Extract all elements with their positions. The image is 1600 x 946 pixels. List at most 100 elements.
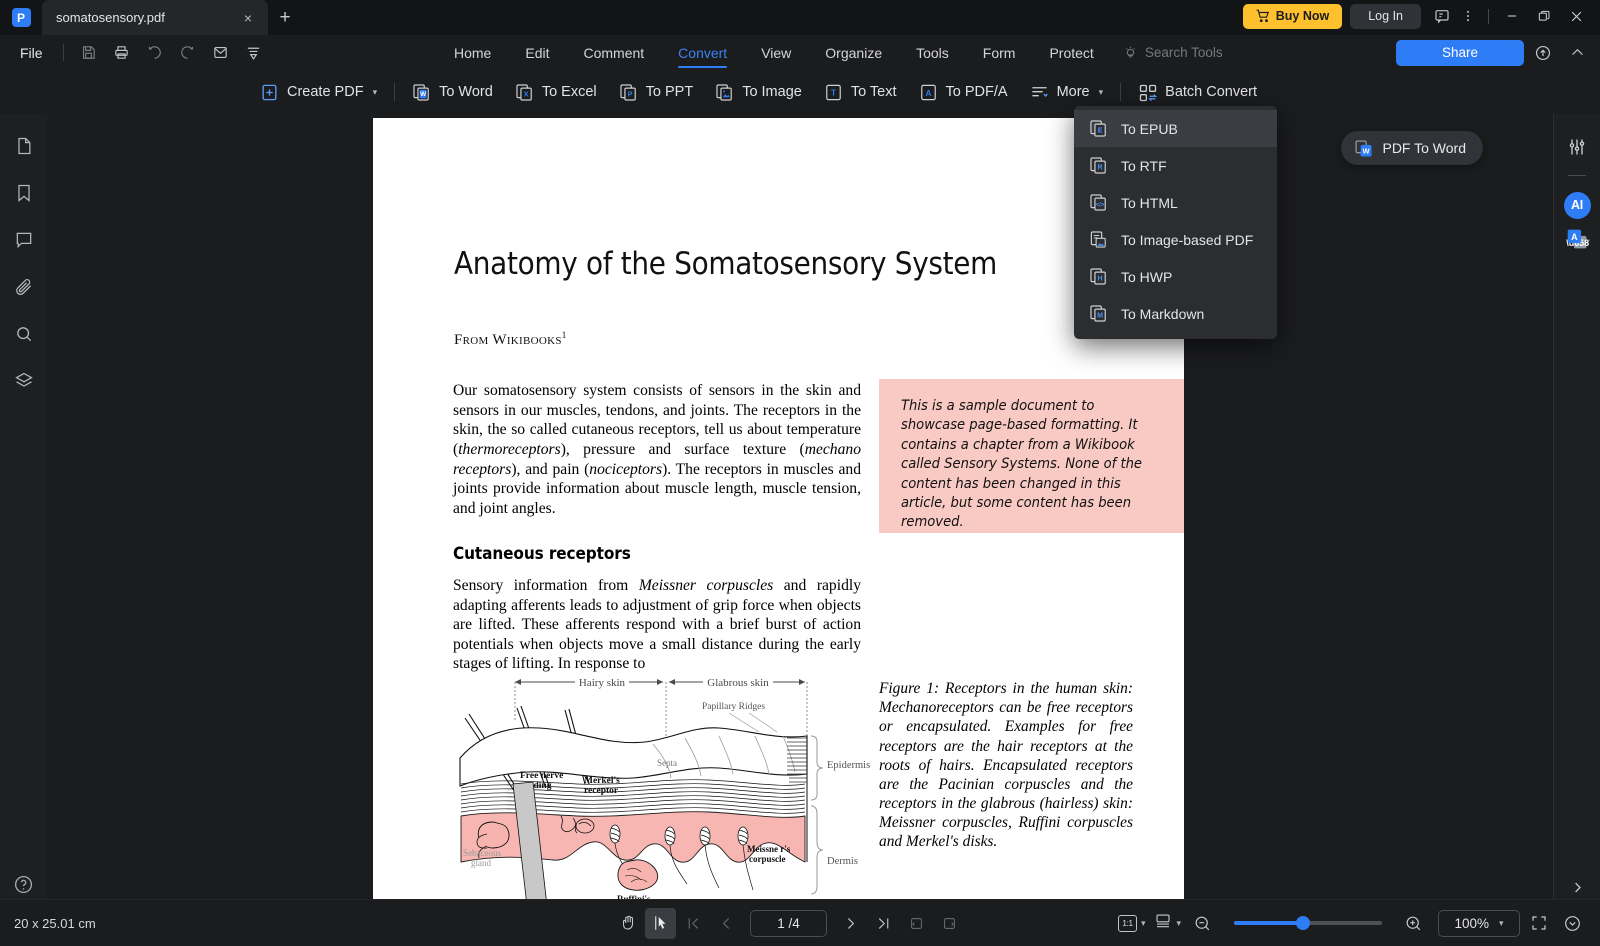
comment-icon[interactable] xyxy=(6,222,42,258)
menu-convert[interactable]: Convert xyxy=(661,35,744,70)
svg-text:P: P xyxy=(627,90,632,98)
new-tab-button[interactable]: + xyxy=(268,0,302,35)
to-ppt-button[interactable]: P To PPT xyxy=(608,76,705,108)
create-pdf-button[interactable]: Create PDF ▾ xyxy=(249,76,388,108)
to-text-button[interactable]: T To Text xyxy=(813,76,908,108)
document-tab[interactable]: somatosensory.pdf × xyxy=(42,0,268,35)
rotate-right-icon[interactable] xyxy=(934,908,965,939)
tab-title: somatosensory.pdf xyxy=(56,10,165,25)
menu-item-to-image-based-pdf[interactable]: To Image-based PDF xyxy=(1074,221,1277,258)
more-convert-button[interactable]: More ▾ xyxy=(1019,76,1115,108)
translate-icon[interactable]: \u6587 A xyxy=(1560,222,1594,256)
zoom-out-icon[interactable] xyxy=(1187,908,1218,939)
chevron-down-icon: ▾ xyxy=(1098,86,1104,97)
to-image-button[interactable]: To Image xyxy=(704,76,813,108)
bookmark-icon[interactable] xyxy=(6,175,42,211)
save-icon[interactable] xyxy=(72,38,105,68)
minimize-button[interactable] xyxy=(1496,3,1528,29)
to-word-button[interactable]: W To Word xyxy=(401,76,504,108)
batch-convert-button[interactable]: Batch Convert xyxy=(1127,76,1268,108)
ai-assistant-icon[interactable]: AI xyxy=(1560,188,1594,222)
close-window-button[interactable] xyxy=(1560,3,1592,29)
menu-view[interactable]: View xyxy=(744,35,808,70)
file-menu-button[interactable]: File xyxy=(0,45,61,61)
zoom-slider[interactable] xyxy=(1234,916,1382,930)
buy-now-button[interactable]: Buy Now xyxy=(1242,3,1343,29)
more-vertical-icon[interactable] xyxy=(1455,3,1481,29)
chevron-up-icon[interactable] xyxy=(1562,39,1592,67)
attachment-icon[interactable] xyxy=(6,269,42,305)
more-lines-icon xyxy=(1030,83,1049,102)
right-sidebar: AI \u6587 A xyxy=(1553,114,1600,946)
pdf-to-word-floating-button[interactable]: W PDF To Word xyxy=(1341,131,1483,165)
zoom-in-icon[interactable] xyxy=(1398,908,1429,939)
titlebar-actions: Buy Now Log In xyxy=(1242,0,1600,35)
label-papillary-ridges: Papillary Ridges xyxy=(702,702,765,712)
prev-page-icon[interactable] xyxy=(711,908,742,939)
menu-item-to-hwp[interactable]: H To HWP xyxy=(1074,258,1277,295)
next-page-icon[interactable] xyxy=(835,908,866,939)
layers-icon[interactable] xyxy=(6,363,42,399)
menu-home[interactable]: Home xyxy=(437,35,508,70)
close-icon[interactable]: × xyxy=(238,8,258,28)
menu-item-to-hwp-label: To HWP xyxy=(1121,268,1173,285)
zoom-level-label: 100% xyxy=(1454,915,1489,931)
word-icon: W xyxy=(412,83,431,102)
pdf-page: Anatomy of the Somatosensory System From… xyxy=(373,118,1184,899)
ribbon-bar: File Home Edit Comment Convert View Orga… xyxy=(0,35,1600,70)
page-number-input[interactable]: 1 /4 xyxy=(750,909,827,937)
page-layout-selector[interactable]: ▾ xyxy=(1151,912,1184,935)
rotate-left-icon[interactable] xyxy=(901,908,932,939)
zoom-slider-handle[interactable] xyxy=(1296,916,1310,930)
thumbnails-icon[interactable] xyxy=(6,128,42,164)
menu-edit[interactable]: Edit xyxy=(508,35,566,70)
menu-form[interactable]: Form xyxy=(966,35,1033,70)
search-tools[interactable]: Search Tools xyxy=(1123,45,1223,60)
figure-caption-text: Figure 1: Receptors in the human skin: M… xyxy=(879,680,1133,851)
chevron-down-circle-icon[interactable] xyxy=(1557,908,1588,939)
menu-item-to-markdown[interactable]: M To Markdown xyxy=(1074,295,1277,332)
select-tool-icon[interactable] xyxy=(645,907,676,939)
view-controls: 1:1 ▾ ▾ 100% ▾ xyxy=(1115,908,1588,939)
label-meissners-corpuscle: Meissne r's xyxy=(747,844,791,854)
first-page-icon[interactable] xyxy=(678,908,709,939)
menu-tools[interactable]: Tools xyxy=(899,35,966,70)
menu-comment[interactable]: Comment xyxy=(566,35,661,70)
cloud-upload-icon[interactable] xyxy=(1528,39,1558,67)
document-viewer[interactable]: Anatomy of the Somatosensory System From… xyxy=(47,114,1553,899)
batch-convert-label: Batch Convert xyxy=(1165,84,1258,100)
batch-convert-icon xyxy=(1138,83,1158,102)
search-tools-placeholder: Search Tools xyxy=(1144,45,1223,60)
undo-icon[interactable] xyxy=(138,38,171,68)
feedback-icon[interactable] xyxy=(1429,3,1455,29)
menu-protect[interactable]: Protect xyxy=(1032,35,1110,70)
share-button[interactable]: Share xyxy=(1396,39,1524,66)
lightbulb-icon xyxy=(1125,46,1135,58)
search-icon[interactable] xyxy=(6,316,42,352)
svg-text:X: X xyxy=(524,90,529,98)
vertical-scrollbar[interactable] xyxy=(1548,114,1553,899)
menu-item-to-rtf[interactable]: R To RTF xyxy=(1074,147,1277,184)
menu-item-to-epub[interactable]: E To EPUB xyxy=(1074,110,1277,147)
word-convert-icon: W xyxy=(1354,139,1373,158)
hand-tool-icon[interactable] xyxy=(612,908,643,939)
chevron-down-icon: ▾ xyxy=(1140,917,1146,928)
maximize-button[interactable] xyxy=(1528,3,1560,29)
print-icon[interactable] xyxy=(105,38,138,68)
redo-icon[interactable] xyxy=(171,38,204,68)
sliders-icon[interactable] xyxy=(1560,130,1594,164)
fit-mode-selector[interactable]: 1:1 ▾ xyxy=(1115,914,1149,932)
menu-organize[interactable]: Organize xyxy=(808,35,899,70)
to-excel-button[interactable]: X To Excel xyxy=(504,76,608,108)
customize-icon[interactable] xyxy=(237,38,270,68)
help-circle-icon[interactable] xyxy=(6,866,42,902)
last-page-icon[interactable] xyxy=(868,908,899,939)
email-icon[interactable] xyxy=(204,38,237,68)
to-pdfa-button[interactable]: A To PDF/A xyxy=(908,76,1019,108)
chevron-down-icon: ▾ xyxy=(372,86,378,97)
fullscreen-icon[interactable] xyxy=(1523,908,1554,939)
menu-item-to-html[interactable]: </> To HTML xyxy=(1074,184,1277,221)
zoom-level-selector[interactable]: 100% ▾ xyxy=(1438,909,1520,937)
login-button[interactable]: Log In xyxy=(1350,3,1421,29)
pdf-to-word-label: PDF To Word xyxy=(1382,140,1466,156)
